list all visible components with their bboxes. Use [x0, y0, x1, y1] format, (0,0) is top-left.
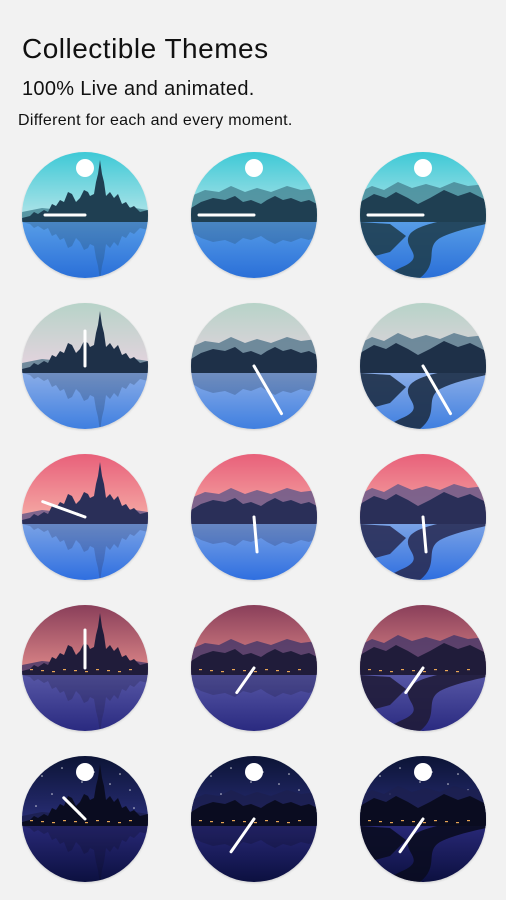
theme-preview: [191, 454, 317, 580]
theme-tile-sunset-river-valley[interactable]: [360, 454, 486, 580]
theme-tile-night-city-skyline[interactable]: [22, 756, 148, 882]
theme-preview: [22, 152, 148, 278]
moon: [414, 763, 432, 781]
header: Collectible Themes 100% Live and animate…: [18, 32, 293, 132]
clock-center: [421, 515, 426, 527]
theme-preview: [191, 303, 317, 429]
page-title: Collectible Themes: [22, 33, 269, 64]
moon: [245, 159, 263, 177]
theme-tile-morning-city-skyline[interactable]: [22, 152, 148, 278]
moon: [414, 159, 432, 177]
theme-tile-night-river-valley[interactable]: [360, 756, 486, 882]
theme-tile-noon-river-valley[interactable]: [360, 303, 486, 429]
theme-preview: [191, 152, 317, 278]
moon: [245, 763, 263, 781]
theme-preview: [22, 454, 148, 580]
theme-preview: [360, 756, 486, 882]
theme-tile-sunset-lake-hills[interactable]: [191, 454, 317, 580]
theme-tile-morning-river-valley[interactable]: [360, 152, 486, 278]
page-description: Different for each and every moment.: [18, 112, 293, 129]
theme-tile-dusk-river-valley[interactable]: [360, 605, 486, 731]
theme-tile-sunset-city-skyline[interactable]: [22, 454, 148, 580]
theme-preview: [360, 152, 486, 278]
theme-preview: [360, 303, 486, 429]
moon: [76, 159, 94, 177]
theme-tile-morning-lake-hills[interactable]: [191, 152, 317, 278]
theme-tile-night-lake-hills[interactable]: [191, 756, 317, 882]
theme-grid: [22, 152, 486, 882]
theme-tile-dusk-lake-hills[interactable]: [191, 605, 317, 731]
clock-center: [252, 515, 257, 527]
theme-preview: [22, 605, 148, 731]
theme-tile-noon-city-skyline[interactable]: [22, 303, 148, 429]
theme-preview: [191, 605, 317, 731]
theme-preview: [191, 756, 317, 882]
moon: [76, 763, 94, 781]
theme-tile-dusk-city-skyline[interactable]: [22, 605, 148, 731]
theme-preview: [22, 756, 148, 882]
theme-preview: [22, 303, 148, 429]
page-subtitle: 100% Live and animated.: [22, 78, 255, 100]
theme-preview: [360, 454, 486, 580]
theme-tile-noon-lake-hills[interactable]: [191, 303, 317, 429]
theme-preview: [360, 605, 486, 731]
